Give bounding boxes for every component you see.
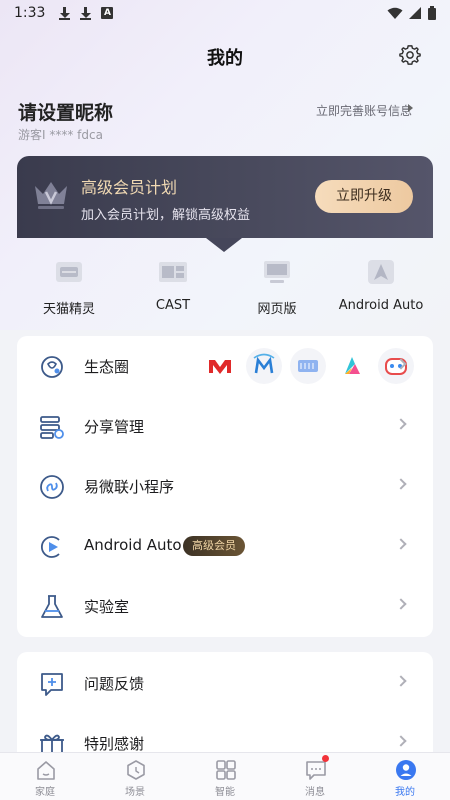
profile-icon [396,760,416,780]
vip-plan-card[interactable]: 高级会员计划 加入会员计划，解锁高级权益 立即升级 [17,156,433,238]
menu-item-android-auto[interactable]: Android Auto 高级会员 [17,516,433,576]
vip-title: 高级会员计划 [81,178,178,197]
upgrade-button[interactable]: 立即升级 [315,180,413,213]
settings-button[interactable] [399,44,421,66]
unread-dot [322,755,329,762]
vip-card-pointer [206,238,242,252]
complete-account-link[interactable]: 立即完善账号信息 [316,102,412,119]
web-monitor-icon [264,261,290,283]
signal-icon [409,6,421,19]
chevron-right-icon [395,675,407,687]
app-notification-icon: A [101,7,114,19]
battery-icon [428,6,436,20]
ecosystem-brand-icons [202,348,414,384]
menu-item-label: Android Auto [84,536,182,554]
menu-item-mini-program[interactable]: 易微联小程序 [17,456,433,516]
smart-grid-icon [216,760,236,780]
bottom-tab-bar: 家庭 场景 智能 消息 我的 [0,752,450,800]
mini-program-icon [40,475,64,499]
menu-item-label: 实验室 [84,598,130,616]
chevron-right-icon [395,598,407,610]
vip-subtitle: 加入会员计划，解锁高级权益 [81,208,251,223]
menu-item-ecosystem[interactable]: 生态圈 [17,336,433,396]
tab-home[interactable]: 家庭 [0,753,90,800]
m-brand-icon [246,348,282,384]
menu-item-label: 问题反馈 [84,675,145,693]
quick-link-label: 网页版 [257,302,297,317]
message-icon [306,761,326,780]
chevron-right-icon [395,538,407,550]
cast-icon [159,262,187,282]
menu-item-share-management[interactable]: 分享管理 [17,396,433,456]
tab-messages[interactable]: 消息 [270,753,360,800]
tab-scene[interactable]: 场景 [90,753,180,800]
download-icon [59,6,71,20]
speaker-icon [290,348,326,384]
menu-item-lab[interactable]: 实验室 [17,576,433,636]
tab-smart[interactable]: 智能 [180,753,270,800]
premium-badge: 高级会员 [183,536,245,556]
tab-label: 智能 [215,787,235,798]
menu-item-feedback[interactable]: 问题反馈 [17,653,433,713]
wifi-icon [387,7,403,19]
menu-item-label: 易微联小程序 [84,478,175,496]
chevron-right-icon [395,735,407,747]
tab-label: 家庭 [35,787,55,798]
guest-id: 游客I **** fdca [18,128,103,142]
quick-link-cast[interactable]: CAST [121,252,225,322]
home-icon [37,761,55,780]
a-brand-icon [334,348,370,384]
download-icon [80,6,92,20]
android-auto-play-icon [40,536,60,558]
ecosystem-icon [41,356,63,378]
feedback-icon [41,673,63,696]
support-menu-card: 问题反馈 特别感谢 [17,652,433,762]
quick-link-android-auto[interactable]: Android Auto [329,252,433,322]
menu-card: 生态圈 分享管理 易微联小程序 Android Auto 高级会员 实验室 [17,336,433,637]
quick-link-label: Android Auto [338,298,424,313]
robot-icon [378,348,414,384]
menu-item-label: 分享管理 [84,418,145,436]
status-bar: 1:33 A [0,0,450,26]
quick-link-tmall-genie[interactable]: 天猫精灵 [17,252,121,322]
tab-profile[interactable]: 我的 [360,753,450,800]
android-auto-icon [368,260,394,284]
nickname-prompt[interactable]: 请设置昵称 [18,98,113,125]
chevron-right-icon [395,418,407,430]
crown-icon [35,182,67,209]
menu-item-label: 特别感谢 [84,735,145,753]
tab-label: 场景 [125,787,145,798]
quick-link-web[interactable]: 网页版 [225,252,329,322]
quick-links: 天猫精灵 CAST 网页版 Android Auto [17,252,433,322]
meross-icon [202,348,238,384]
chevron-right-icon [408,104,413,112]
tab-label: 消息 [305,787,325,798]
quick-link-label: 天猫精灵 [42,302,95,317]
menu-item-label: 生态圈 [84,358,130,376]
status-time: 1:33 [14,5,46,21]
share-manage-icon [40,416,64,439]
chevron-right-icon [395,478,407,490]
page-title: 我的 [207,48,243,69]
scene-icon [127,760,145,780]
tab-label: 我的 [395,787,415,798]
flask-icon [41,595,63,618]
quick-link-label: CAST [155,298,191,313]
tmall-genie-icon [56,262,82,282]
gear-icon [399,45,421,65]
